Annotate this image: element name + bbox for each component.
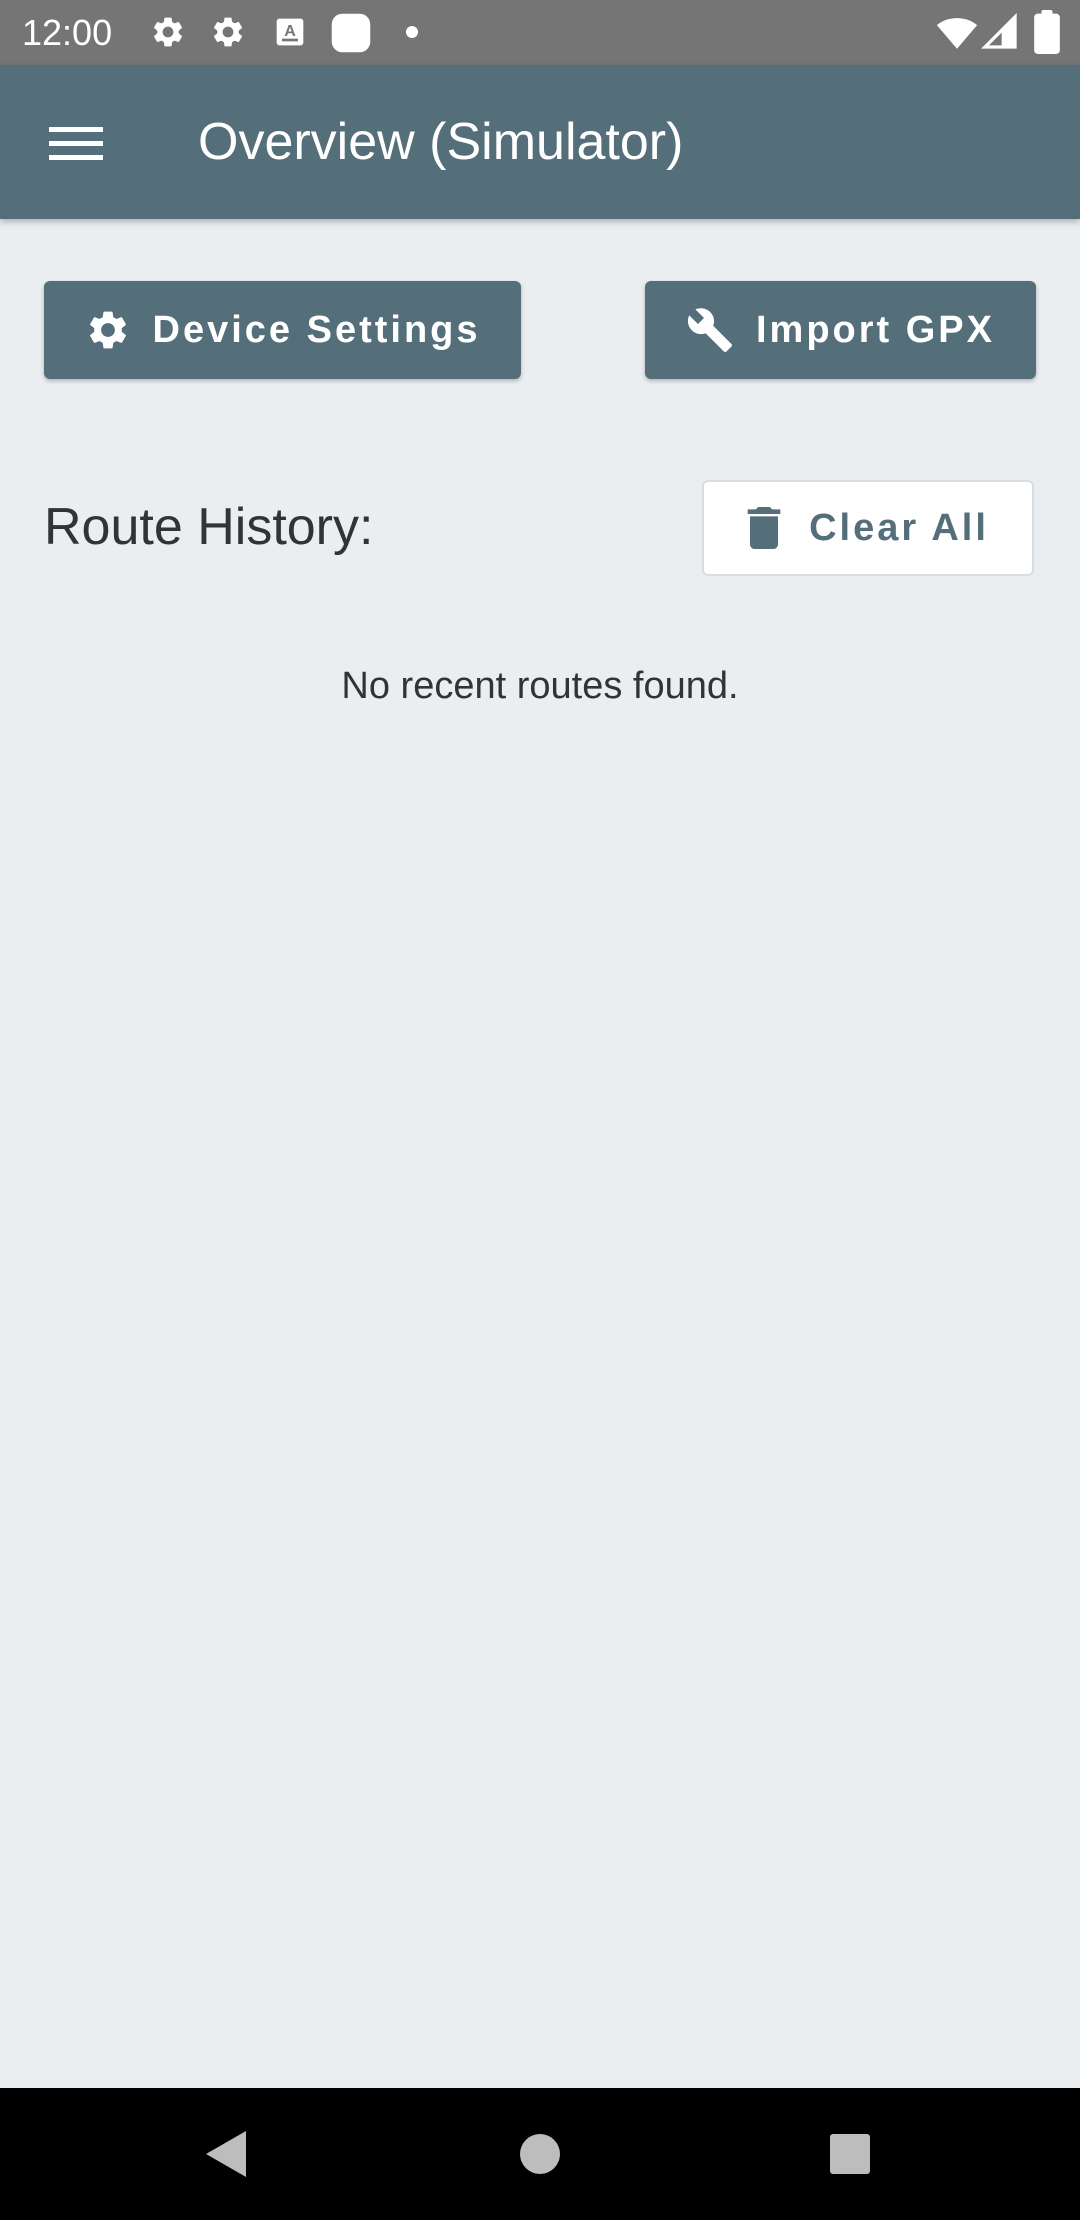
gear-icon (85, 307, 131, 353)
device-settings-label: Device Settings (152, 308, 481, 351)
import-gpx-button[interactable]: Import GPX (645, 281, 1036, 379)
import-gpx-label: Import GPX (755, 308, 996, 351)
menu-button[interactable] (30, 97, 122, 189)
home-button[interactable] (500, 2114, 580, 2194)
system-nav-bar (0, 2088, 1080, 2220)
settings-icon (213, 17, 243, 47)
notification-dot-icon (406, 26, 418, 38)
keyboard-a-icon: A (276, 18, 304, 46)
recents-button[interactable] (810, 2114, 890, 2194)
app-square-icon (331, 13, 371, 53)
home-circle-icon (520, 2134, 560, 2174)
route-history-title: Route History: (44, 498, 374, 556)
empty-state-message: No recent routes found. (341, 665, 739, 707)
signal-icon (980, 12, 1017, 49)
svg-text:A: A (284, 23, 296, 40)
device-settings-button[interactable]: Device Settings (44, 281, 521, 379)
settings-icon (153, 17, 183, 47)
back-triangle-icon (206, 2131, 246, 2177)
trash-icon (747, 507, 781, 549)
clear-all-label: Clear All (809, 506, 989, 549)
wrench-icon (686, 306, 734, 354)
status-bar: 12:00 A (0, 0, 1080, 65)
status-time: 12:00 (22, 12, 113, 53)
page-title: Overview (Simulator) (198, 113, 684, 171)
clear-all-button[interactable]: Clear All (702, 480, 1034, 576)
back-button[interactable] (186, 2114, 266, 2194)
app-bar: Overview (Simulator) (0, 65, 1080, 219)
hamburger-menu-icon (49, 127, 103, 160)
recents-square-icon (830, 2134, 870, 2174)
battery-icon (1034, 10, 1060, 54)
wifi-icon (936, 18, 978, 49)
